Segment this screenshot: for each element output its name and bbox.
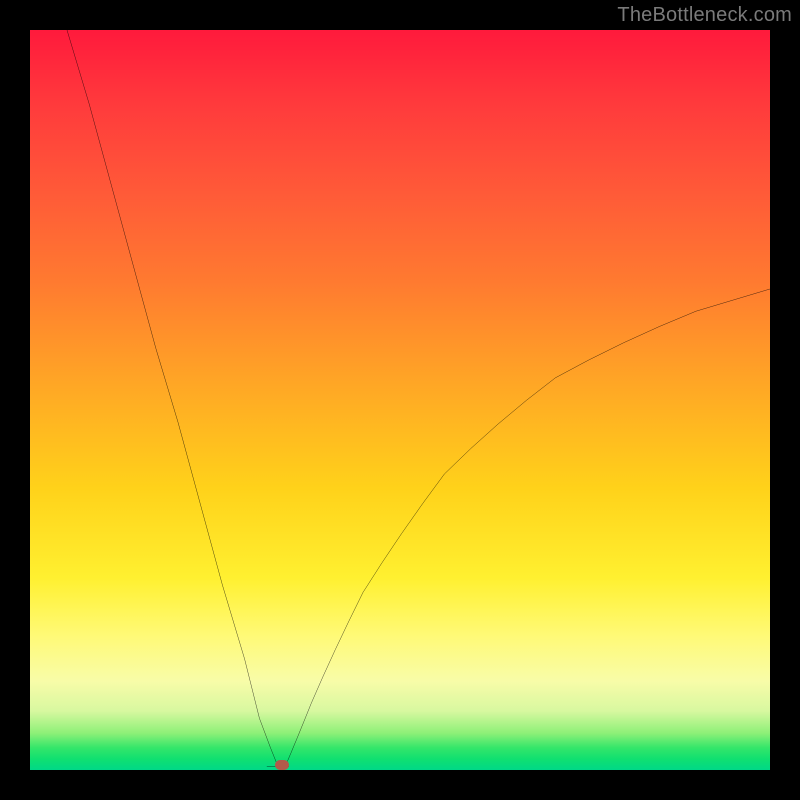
left-branch-path <box>67 30 278 766</box>
right-branch-path <box>285 289 770 766</box>
optimum-marker <box>275 760 289 770</box>
watermark-text: TheBottleneck.com <box>617 4 792 27</box>
chart-frame: TheBottleneck.com <box>0 0 800 800</box>
plot-area <box>30 30 770 770</box>
curve-layer <box>30 30 770 770</box>
